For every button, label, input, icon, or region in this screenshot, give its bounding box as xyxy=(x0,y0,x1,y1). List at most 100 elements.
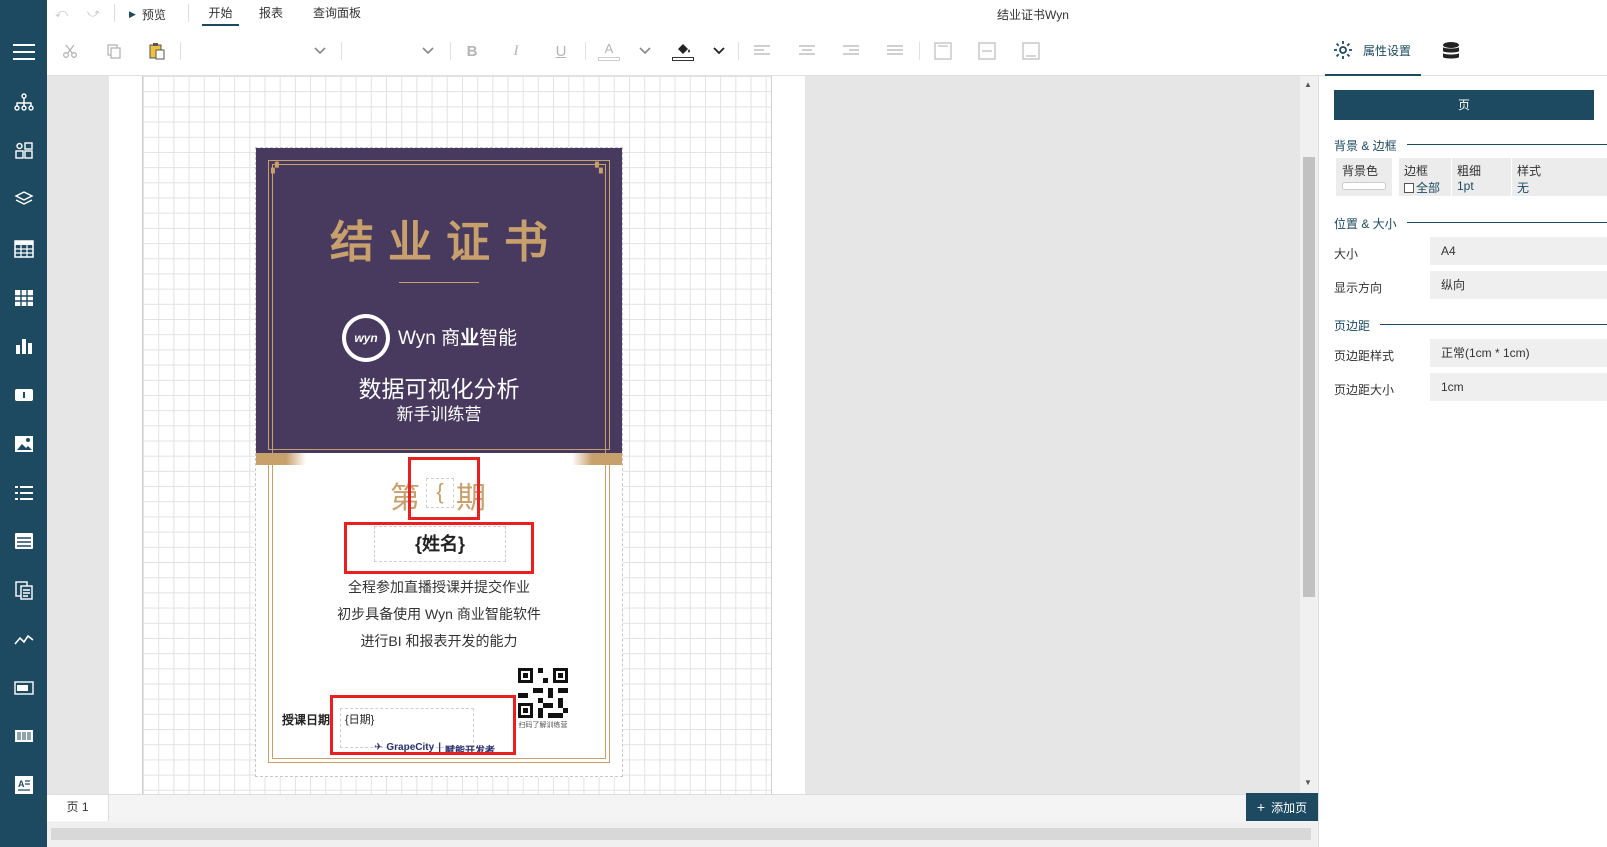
align-center-icon[interactable] xyxy=(795,39,819,63)
layers-icon[interactable] xyxy=(0,179,47,219)
logo-badge: wyn xyxy=(346,318,386,358)
style-value[interactable]: 无 xyxy=(1517,179,1529,196)
valign-middle-icon[interactable] xyxy=(975,39,999,63)
align-left-icon[interactable] xyxy=(750,39,774,63)
image-icon[interactable] xyxy=(0,424,47,464)
logo-text: Wyn 商业智能 xyxy=(398,323,517,350)
panel-header-page[interactable]: 页 xyxy=(1334,90,1594,120)
corner-ornament: ▚ xyxy=(595,163,603,174)
divider xyxy=(450,42,451,60)
certificate-container[interactable]: ▞ ▚ 结业证书 wyn Wyn 商业智能 数据可视化分析 新手训练营 第 { … xyxy=(255,147,623,777)
tab-query-panel[interactable]: 查询面板 xyxy=(313,0,361,26)
undo-icon[interactable]: ⤺ xyxy=(55,6,68,21)
subreport-icon[interactable] xyxy=(0,570,47,610)
valign-top-icon[interactable] xyxy=(931,39,955,63)
certificate-title: 结业证书 xyxy=(330,218,562,267)
matrix-icon[interactable] xyxy=(0,278,47,318)
menu-icon[interactable] xyxy=(0,32,47,72)
fill-color-dropdown[interactable] xyxy=(707,39,731,63)
cut-icon[interactable] xyxy=(58,39,82,63)
divider xyxy=(341,42,342,60)
fill-color-icon[interactable] xyxy=(671,39,695,63)
gold-band-left xyxy=(256,453,306,465)
align-right-icon[interactable] xyxy=(839,39,863,63)
divider xyxy=(585,42,586,60)
add-page-button[interactable]: + 添加页 xyxy=(1246,793,1318,821)
margin-style-field[interactable]: 正常(1cm * 1cm) xyxy=(1430,339,1607,367)
list-icon[interactable] xyxy=(0,473,47,513)
hierarchy-icon[interactable] xyxy=(0,82,47,122)
richtext-icon[interactable]: A xyxy=(0,765,47,805)
svg-text:A: A xyxy=(18,779,25,789)
tab-report-label: 报表 xyxy=(259,6,284,20)
page-tab-1[interactable]: 页 1 xyxy=(47,795,109,821)
font-color-dropdown[interactable] xyxy=(633,39,657,63)
italic-icon[interactable]: I xyxy=(504,39,528,63)
bold-icon[interactable]: B xyxy=(460,39,484,63)
thickness-value[interactable]: 1pt xyxy=(1457,179,1474,193)
horizontal-scrollbar[interactable] xyxy=(47,822,1318,847)
tab-properties-label: 属性设置 xyxy=(1363,43,1412,58)
size-field[interactable]: A4 xyxy=(1430,237,1607,265)
valign-bottom-icon[interactable] xyxy=(1019,39,1043,63)
bg-color-swatch[interactable] xyxy=(1342,182,1386,190)
tablix-icon[interactable] xyxy=(0,521,47,561)
database-icon[interactable] xyxy=(1442,41,1460,61)
divider xyxy=(188,4,189,22)
section-line xyxy=(1407,222,1607,223)
tab-start[interactable]: 开始 xyxy=(202,0,239,26)
certificate-subtitle2: 新手训练营 xyxy=(396,405,482,424)
tab-properties[interactable]: 属性设置 xyxy=(1325,26,1421,76)
tab-query-panel-label: 查询面板 xyxy=(313,6,362,20)
margin-style-label: 页边距样式 xyxy=(1334,349,1395,363)
vertical-scrollbar[interactable]: ▲ ▼ xyxy=(1300,76,1318,794)
orientation-field[interactable]: 纵向 xyxy=(1430,271,1607,299)
left-toolbar: A xyxy=(0,0,47,847)
design-canvas[interactable]: ▞ ▚ 结业证书 wyn Wyn 商业智能 数据可视化分析 新手训练营 第 { … xyxy=(47,76,1309,794)
divider xyxy=(1451,158,1452,196)
logo-text-prefix: Wyn 商 xyxy=(398,328,461,349)
gear-icon xyxy=(1334,41,1352,59)
redo-icon[interactable]: ⤻ xyxy=(87,6,100,21)
preview-label: 预览 xyxy=(141,8,166,22)
style-label: 样式 xyxy=(1517,164,1542,178)
sparkline-icon[interactable] xyxy=(0,619,47,659)
justify-icon[interactable] xyxy=(883,39,907,63)
scroll-up-icon[interactable]: ▲ xyxy=(1304,80,1312,89)
bar-chart-icon[interactable] xyxy=(0,326,47,366)
section-line xyxy=(1380,324,1607,325)
table-icon[interactable] xyxy=(0,229,47,269)
font-family-dropdown[interactable] xyxy=(308,39,332,63)
checkbox-icon xyxy=(1404,182,1414,193)
divider xyxy=(114,4,115,22)
border-all-checkbox[interactable]: 全部 xyxy=(1404,179,1440,196)
font-color-icon[interactable]: A xyxy=(597,39,621,63)
barcode-icon[interactable] xyxy=(0,716,47,756)
margin-size-field[interactable]: 1cm xyxy=(1430,373,1607,401)
databar-icon[interactable] xyxy=(0,668,47,708)
bg-color-label: 背景色 xyxy=(1342,164,1379,178)
copy-icon[interactable] xyxy=(102,39,126,63)
textbox-icon[interactable] xyxy=(0,375,47,415)
preview-button[interactable]: ▶ 预览 xyxy=(129,6,166,23)
scroll-thumb[interactable] xyxy=(1303,157,1315,597)
tab-report[interactable]: 报表 xyxy=(259,0,283,26)
add-page-label: 添加页 xyxy=(1271,800,1308,815)
scroll-down-icon[interactable]: ▼ xyxy=(1304,778,1312,787)
size-label: 大小 xyxy=(1334,247,1359,261)
highlight-box-name xyxy=(344,522,534,574)
properties-panel: 页 背景 & 边框 背景色 边框 全部 粗细 1pt 样式 无 位置 & 大小 … xyxy=(1318,76,1607,847)
qr-code xyxy=(518,668,568,718)
paste-icon[interactable] xyxy=(145,39,169,63)
section-line xyxy=(1407,144,1607,145)
font-size-dropdown[interactable] xyxy=(416,39,440,63)
underline-icon[interactable]: U xyxy=(549,39,573,63)
logo-text-suffix: 智能 xyxy=(479,328,518,349)
tab-start-label: 开始 xyxy=(208,6,233,20)
bg-color-box[interactable]: 背景色 xyxy=(1336,158,1392,196)
divider xyxy=(738,42,739,60)
hscroll-thumb[interactable] xyxy=(51,828,1311,840)
certificate-header-panel: ▞ ▚ 结业证书 wyn Wyn 商业智能 数据可视化分析 新手训练营 xyxy=(256,148,622,454)
divider xyxy=(919,42,920,60)
components-icon[interactable] xyxy=(0,131,47,171)
